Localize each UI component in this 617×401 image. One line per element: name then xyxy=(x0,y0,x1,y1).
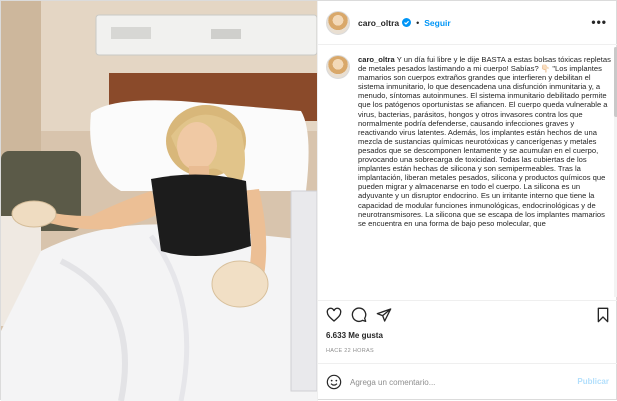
author-username[interactable]: caro_oltra xyxy=(358,18,399,28)
caption-username[interactable]: caro_oltra xyxy=(358,55,395,64)
post-photo[interactable] xyxy=(1,1,317,401)
likes-count[interactable]: 6.633 Me gusta xyxy=(326,331,383,340)
verified-badge-icon xyxy=(402,18,412,27)
bookmark-icon[interactable] xyxy=(595,307,611,323)
caption-text: Y un día fui libre y le dije BASTA a est… xyxy=(358,55,611,228)
publish-button[interactable]: Publicar xyxy=(577,377,609,386)
action-bar xyxy=(318,300,617,330)
comment-input[interactable] xyxy=(350,374,570,390)
author-avatar[interactable] xyxy=(326,10,350,35)
post-side-panel: caro_oltra • Seguir ••• caro_oltra Y un … xyxy=(317,1,617,401)
caption-author-avatar[interactable] xyxy=(326,55,350,79)
paper-plane-icon[interactable] xyxy=(376,307,392,323)
comment-bar: Publicar xyxy=(318,363,617,401)
caption: caro_oltra Y un día fui libre y le dije … xyxy=(358,55,611,228)
heart-icon[interactable] xyxy=(326,307,342,323)
hospital-bed-photo xyxy=(1,1,317,401)
smiley-icon[interactable] xyxy=(326,374,342,390)
post-header: caro_oltra • Seguir ••• xyxy=(318,1,617,45)
instagram-post-modal: caro_oltra • Seguir ••• caro_oltra Y un … xyxy=(0,0,617,401)
more-options-icon[interactable]: ••• xyxy=(591,15,607,29)
follow-button[interactable]: Seguir xyxy=(424,18,450,28)
post-timestamp: HACE 22 HORAS xyxy=(326,348,374,354)
separator-dot: • xyxy=(416,17,420,28)
comment-bubble-icon[interactable] xyxy=(351,307,367,323)
caption-area: caro_oltra Y un día fui libre y le dije … xyxy=(318,45,617,299)
